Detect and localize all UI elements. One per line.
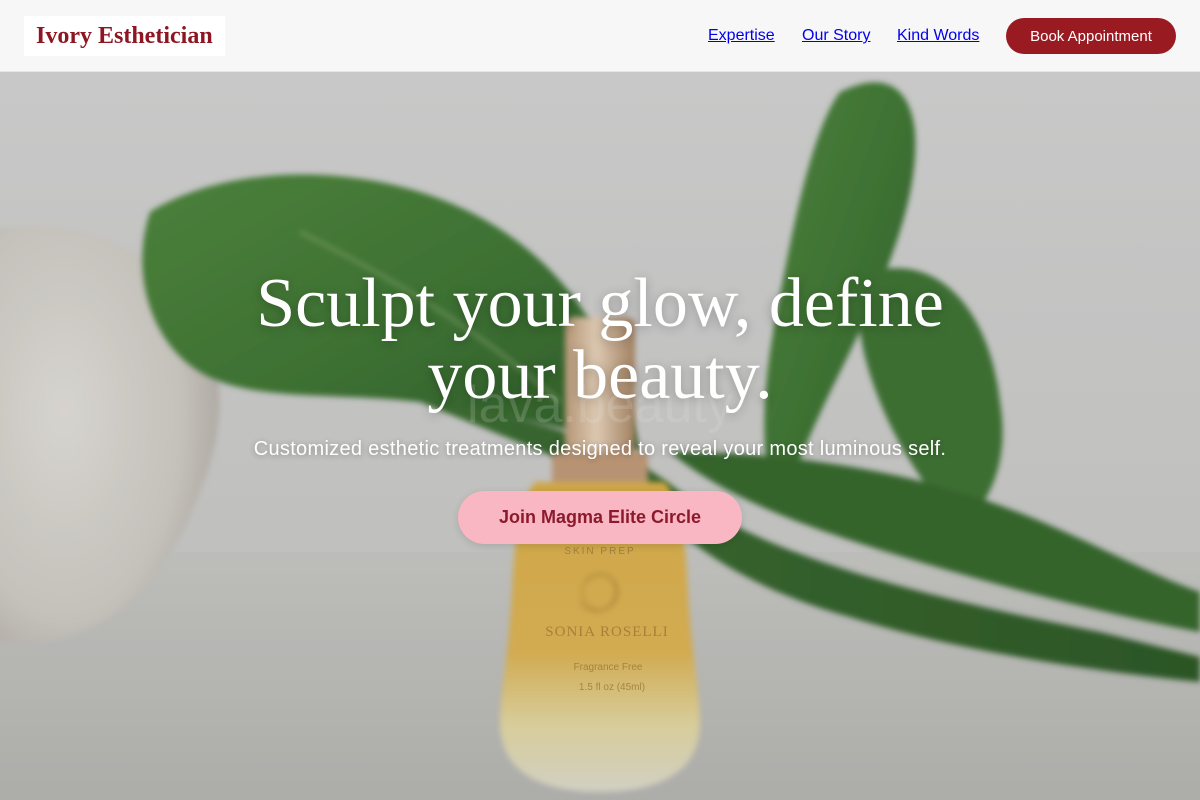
hero-section: SKIN PREP SONIA ROSELLI Fragrance Free 1… bbox=[0, 72, 1200, 800]
hero-title: Sculpt your glow, define your beauty. bbox=[256, 265, 944, 414]
nav-link-kind-words[interactable]: Kind Words bbox=[897, 0, 979, 72]
nav-link-our-story[interactable]: Our Story bbox=[802, 0, 870, 72]
brand-logo[interactable]: Ivory Esthetician bbox=[24, 16, 225, 56]
nav-link-expertise[interactable]: Expertise bbox=[708, 0, 775, 72]
book-appointment-button[interactable]: Book Appointment bbox=[1006, 18, 1176, 54]
join-elite-circle-button[interactable]: Join Magma Elite Circle bbox=[458, 491, 742, 544]
hero-content: Sculpt your glow, define your beauty. Cu… bbox=[0, 72, 1200, 800]
site-header: Ivory Esthetician Expertise Our Story Ki… bbox=[0, 0, 1200, 72]
hero-subtitle: Customized esthetic treatments designed … bbox=[253, 438, 947, 460]
